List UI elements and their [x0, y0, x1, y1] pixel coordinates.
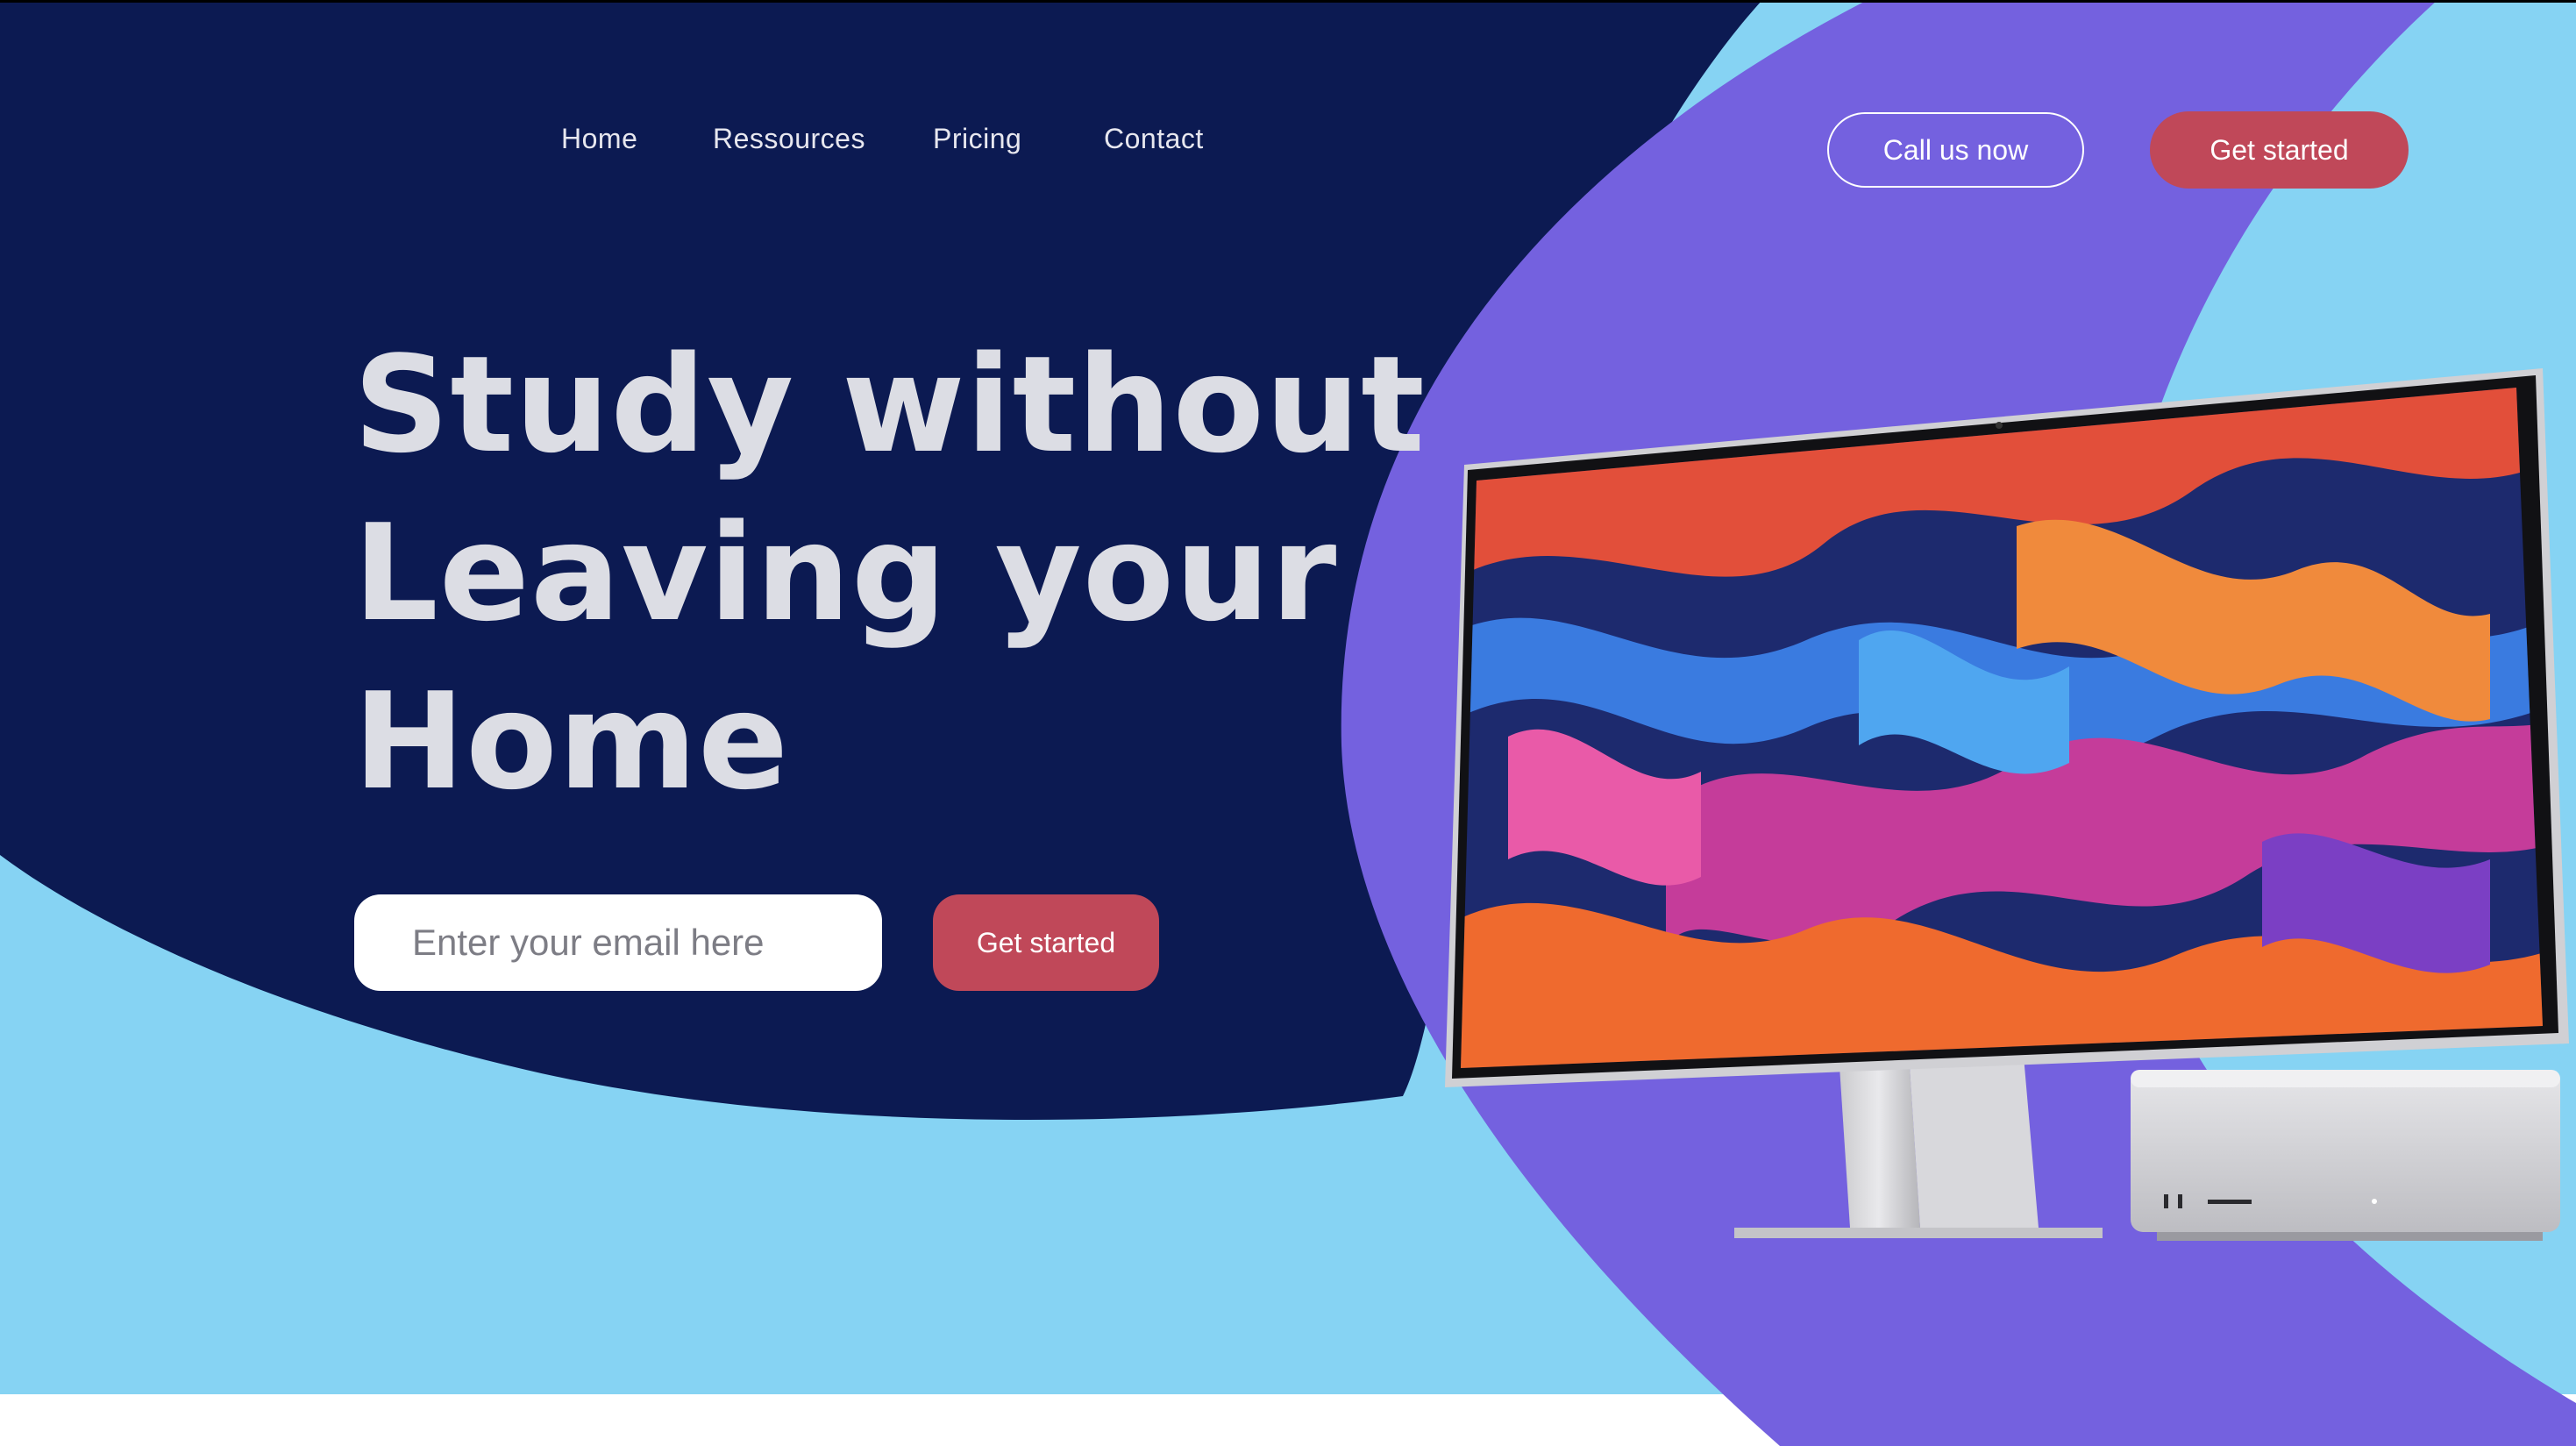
- nav-link-pricing[interactable]: Pricing: [933, 123, 1021, 155]
- monitor: [1445, 368, 2569, 1087]
- hero-get-started-button[interactable]: Get started: [933, 894, 1159, 991]
- header-get-started-button[interactable]: Get started: [2150, 111, 2409, 189]
- nav-link-home[interactable]: Home: [561, 123, 637, 155]
- mini-desktop: [2131, 1070, 2560, 1241]
- hero-headline: Study without Leaving your Home: [353, 321, 1426, 826]
- headline-line-2: Leaving your: [353, 495, 1338, 651]
- headline-line-1: Study without: [353, 327, 1426, 482]
- product-illustration: [1445, 368, 2569, 1241]
- header-get-started-label: Get started: [2210, 133, 2349, 166]
- call-us-now-label: Call us now: [1882, 133, 2029, 166]
- nav-link-contact[interactable]: Contact: [1104, 123, 1204, 155]
- top-border-line: [0, 0, 2576, 3]
- call-us-now-button[interactable]: Call us now: [1827, 112, 2084, 188]
- landing-page: Home Ressources Pricing Contact Call us …: [0, 0, 2576, 1446]
- nav-link-ressources[interactable]: Ressources: [713, 123, 865, 155]
- monitor-screen: [1461, 388, 2543, 1068]
- hero-get-started-label: Get started: [976, 926, 1116, 958]
- headline-line-3: Home: [353, 664, 790, 819]
- email-input[interactable]: [354, 894, 882, 991]
